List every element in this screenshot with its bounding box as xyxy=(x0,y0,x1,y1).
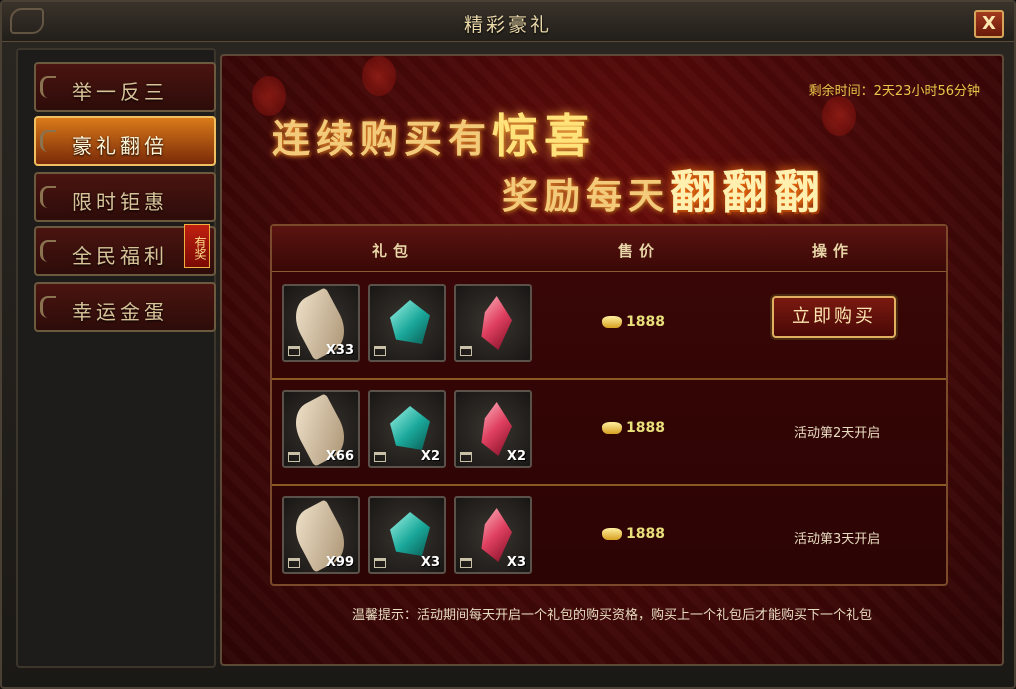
item-qty: X99 xyxy=(325,555,354,570)
item-slot[interactable]: X33 xyxy=(282,284,360,362)
price: 1888 xyxy=(602,420,665,436)
buy-now-button[interactable]: 立即购买 xyxy=(772,296,896,338)
sidebar-item-label: 限时钜惠 xyxy=(72,190,168,214)
lantern-icon xyxy=(822,96,856,136)
banner-line-2-text: 奖励每天 xyxy=(502,175,671,217)
tab-ornament-icon xyxy=(40,240,56,262)
red-gem-icon xyxy=(481,508,512,562)
sidebar-item-3[interactable]: 限时钜惠 xyxy=(34,172,216,222)
price-value: 1888 xyxy=(626,314,665,330)
item-slot[interactable]: X66 xyxy=(282,390,360,468)
bound-icon xyxy=(374,346,386,356)
sidebar-item-1[interactable]: 举一反三 xyxy=(34,62,216,112)
tab-ornament-icon xyxy=(40,296,56,318)
header-action: 操作 xyxy=(812,242,855,260)
sidebar: 举一反三 豪礼翻倍 限时钜惠 全民福利 有奖 幸运金蛋 xyxy=(16,48,216,668)
item-qty: X3 xyxy=(506,555,526,570)
sidebar-item-5[interactable]: 幸运金蛋 xyxy=(34,282,216,332)
unlock-status: 活动第2天开启 xyxy=(794,426,881,441)
sidebar-item-2[interactable]: 豪礼翻倍 xyxy=(34,116,216,166)
bound-icon xyxy=(288,346,300,356)
unlock-status: 活动第3天开启 xyxy=(794,532,881,547)
table-header: 礼包 售价 操作 xyxy=(272,226,946,272)
price-value: 1888 xyxy=(626,526,665,542)
item-qty: X2 xyxy=(506,449,526,464)
bound-icon xyxy=(374,558,386,568)
header-pack: 礼包 xyxy=(372,242,415,260)
banner-line-1-text: 连续购买有 xyxy=(272,116,493,161)
lantern-icon xyxy=(362,56,396,96)
price: 1888 xyxy=(602,314,665,330)
item-slot[interactable]: X3 xyxy=(368,496,446,574)
tab-ornament-icon xyxy=(40,130,56,152)
sidebar-item-label: 豪礼翻倍 xyxy=(72,134,168,158)
bound-icon xyxy=(460,346,472,356)
sidebar-item-4[interactable]: 全民福利 有奖 xyxy=(34,224,216,276)
tab-ornament-icon xyxy=(40,186,56,208)
gold-ingot-icon xyxy=(602,528,622,540)
price-value: 1888 xyxy=(626,420,665,436)
item-slot[interactable]: X2 xyxy=(454,390,532,468)
bound-icon xyxy=(288,558,300,568)
window-title: 精彩豪礼 xyxy=(463,14,552,36)
main-panel: 剩余时间：2天23小时56分钟 连续购买有惊喜 奖励每天翻翻翻 礼包 售价 操作… xyxy=(220,54,1004,666)
gift-window: 精彩豪礼 X 举一反三 豪礼翻倍 限时钜惠 全民福利 有奖 幸运金蛋 剩余时间：… xyxy=(0,0,1016,689)
reward-badge: 有奖 xyxy=(184,224,210,268)
gold-ingot-icon xyxy=(602,316,622,328)
item-qty: X3 xyxy=(420,555,440,570)
item-slot[interactable]: X99 xyxy=(282,496,360,574)
green-gem-icon xyxy=(390,406,430,450)
banner-line-1-highlight: 惊喜 xyxy=(492,109,597,163)
bound-icon xyxy=(288,452,300,462)
green-gem-icon xyxy=(390,300,430,344)
title-bar: 精彩豪礼 X xyxy=(2,2,1014,42)
item-slot[interactable]: X2 xyxy=(368,390,446,468)
banner-line-2-highlight: 翻翻翻 xyxy=(670,165,827,219)
header-price: 售价 xyxy=(618,242,661,260)
bound-icon xyxy=(374,452,386,462)
bound-icon xyxy=(460,558,472,568)
item-qty: X33 xyxy=(325,343,354,358)
sidebar-item-label: 全民福利 xyxy=(72,244,168,268)
tab-ornament-icon xyxy=(40,76,56,98)
item-qty: X66 xyxy=(325,449,354,464)
remaining-time: 剩余时间：2天23小时56分钟 xyxy=(808,84,980,99)
table-row: X33 1888 立即购买 xyxy=(272,274,946,380)
banner-line-2: 奖励每天翻翻翻 xyxy=(502,156,826,222)
red-gem-icon xyxy=(481,296,512,350)
bound-icon xyxy=(460,452,472,462)
item-slot[interactable] xyxy=(368,284,446,362)
item-qty: X2 xyxy=(420,449,440,464)
price: 1888 xyxy=(602,526,665,542)
green-gem-icon xyxy=(390,512,430,556)
close-button[interactable]: X xyxy=(974,10,1004,38)
item-slot[interactable] xyxy=(454,284,532,362)
table-row: X99 X3 X3 1888 活动第3天开启 xyxy=(272,486,946,592)
gold-ingot-icon xyxy=(602,422,622,434)
red-gem-icon xyxy=(481,402,512,456)
table-row: X66 X2 X2 1888 活动第2天开启 xyxy=(272,380,946,486)
sidebar-item-label: 举一反三 xyxy=(72,80,168,104)
sidebar-item-label: 幸运金蛋 xyxy=(72,300,168,324)
gift-table: 礼包 售价 操作 X33 1888 立即购买 X66 X2 X2 1888 活动… xyxy=(270,224,948,586)
tip-text: 温馨提示：活动期间每天开启一个礼包的购买资格，购买上一个礼包后才能购买下一个礼包 xyxy=(351,608,872,623)
item-slot[interactable]: X3 xyxy=(454,496,532,574)
